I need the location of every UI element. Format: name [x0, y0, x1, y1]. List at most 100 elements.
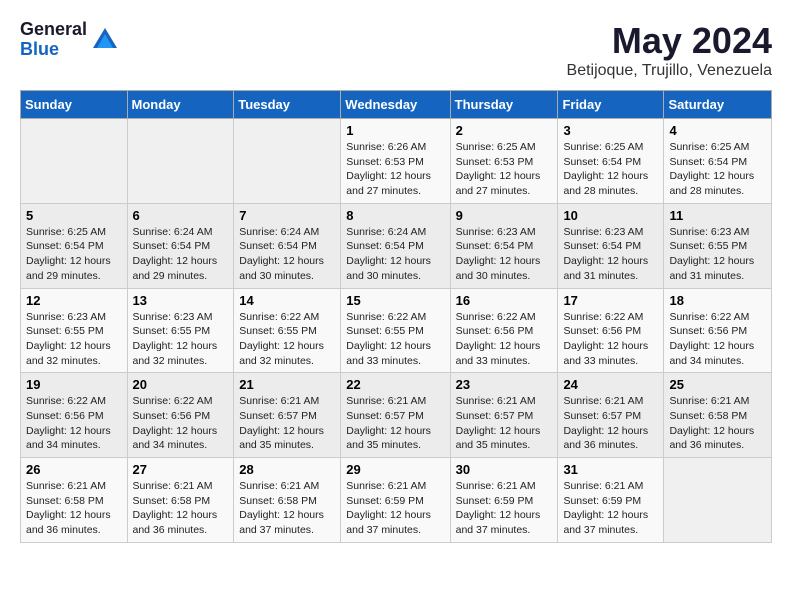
day-number: 18 [669, 293, 766, 308]
calendar-cell: 5Sunrise: 6:25 AM Sunset: 6:54 PM Daylig… [21, 203, 128, 288]
day-number: 11 [669, 208, 766, 223]
day-number: 31 [563, 462, 658, 477]
day-number: 23 [456, 377, 553, 392]
day-info: Sunrise: 6:23 AM Sunset: 6:55 PM Dayligh… [133, 310, 229, 369]
calendar-cell: 27 Sunrise: 6:21 AM Sunset: 6:58 PM Dayli… [127, 458, 234, 543]
day-header-wednesday: Wednesday [341, 91, 450, 119]
logo-icon [91, 26, 119, 54]
calendar-cell: 12Sunrise: 6:23 AM Sunset: 6:55 PM Dayli… [21, 288, 128, 373]
day-header-sunday: Sunday [21, 91, 128, 119]
day-number: 3 [563, 123, 658, 138]
day-number: 17 [563, 293, 658, 308]
day-number: 16 [456, 293, 553, 308]
calendar-cell: 25 Sunrise: 6:21 AM Sunset: 6:58 PM Dayli… [664, 373, 772, 458]
calendar-cell: 9 Sunrise: 6:23 AM Sunset: 6:54 PM Daylig… [450, 203, 558, 288]
day-number: 27 [133, 462, 229, 477]
day-info: Sunrise: 6:21 AM Sunset: 6:58 PM Dayligh… [133, 479, 229, 538]
calendar-cell: 3 Sunrise: 6:25 AM Sunset: 6:54 PM Daylig… [558, 119, 664, 204]
day-info: Sunrise: 6:21 AM Sunset: 6:58 PM Dayligh… [26, 479, 122, 538]
day-number: 1 [346, 123, 444, 138]
day-info: Sunrise: 6:25 AM Sunset: 6:54 PM Dayligh… [26, 225, 122, 284]
calendar-cell: 24Sunrise: 6:21 AM Sunset: 6:57 PM Dayli… [558, 373, 664, 458]
day-info: Sunrise: 6:21 AM Sunset: 6:59 PM Dayligh… [456, 479, 553, 538]
day-number: 8 [346, 208, 444, 223]
day-number: 24 [563, 377, 658, 392]
day-number: 22 [346, 377, 444, 392]
day-info: Sunrise: 6:25 AM Sunset: 6:54 PM Dayligh… [563, 140, 658, 199]
title-section: May 2024 Betijoque, Trujillo, Venezuela [567, 20, 772, 80]
day-info: Sunrise: 6:24 AM Sunset: 6:54 PM Dayligh… [133, 225, 229, 284]
calendar-cell: 8 Sunrise: 6:24 AM Sunset: 6:54 PM Daylig… [341, 203, 450, 288]
day-info: Sunrise: 6:22 AM Sunset: 6:56 PM Dayligh… [133, 394, 229, 453]
day-number: 6 [133, 208, 229, 223]
calendar-cell: 23 Sunrise: 6:21 AM Sunset: 6:57 PM Dayli… [450, 373, 558, 458]
day-info: Sunrise: 6:21 AM Sunset: 6:57 PM Dayligh… [239, 394, 335, 453]
calendar-week-1: 1 Sunrise: 6:26 AM Sunset: 6:53 PM Daylig… [21, 119, 772, 204]
calendar-cell [21, 119, 128, 204]
calendar-cell: 13 Sunrise: 6:23 AM Sunset: 6:55 PM Dayli… [127, 288, 234, 373]
day-info: Sunrise: 6:22 AM Sunset: 6:56 PM Dayligh… [669, 310, 766, 369]
day-number: 13 [133, 293, 229, 308]
day-number: 25 [669, 377, 766, 392]
day-info: Sunrise: 6:21 AM Sunset: 6:57 PM Dayligh… [456, 394, 553, 453]
calendar-cell: 21 Sunrise: 6:21 AM Sunset: 6:57 PM Dayli… [234, 373, 341, 458]
calendar-cell: 28 Sunrise: 6:21 AM Sunset: 6:58 PM Dayli… [234, 458, 341, 543]
day-info: Sunrise: 6:22 AM Sunset: 6:56 PM Dayligh… [456, 310, 553, 369]
day-header-tuesday: Tuesday [234, 91, 341, 119]
day-info: Sunrise: 6:21 AM Sunset: 6:57 PM Dayligh… [346, 394, 444, 453]
day-number: 30 [456, 462, 553, 477]
calendar-cell: 17 Sunrise: 6:22 AM Sunset: 6:56 PM Dayli… [558, 288, 664, 373]
calendar-cell: 15 Sunrise: 6:22 AM Sunset: 6:55 PM Dayli… [341, 288, 450, 373]
day-info: Sunrise: 6:22 AM Sunset: 6:56 PM Dayligh… [26, 394, 122, 453]
calendar-week-5: 26 Sunrise: 6:21 AM Sunset: 6:58 PM Dayli… [21, 458, 772, 543]
calendar-cell: 19Sunrise: 6:22 AM Sunset: 6:56 PM Dayli… [21, 373, 128, 458]
calendar-cell: 30 Sunrise: 6:21 AM Sunset: 6:59 PM Dayli… [450, 458, 558, 543]
day-info: Sunrise: 6:21 AM Sunset: 6:58 PM Dayligh… [239, 479, 335, 538]
day-info: Sunrise: 6:24 AM Sunset: 6:54 PM Dayligh… [346, 225, 444, 284]
day-info: Sunrise: 6:21 AM Sunset: 6:59 PM Dayligh… [563, 479, 658, 538]
calendar-week-4: 19Sunrise: 6:22 AM Sunset: 6:56 PM Dayli… [21, 373, 772, 458]
day-info: Sunrise: 6:21 AM Sunset: 6:58 PM Dayligh… [669, 394, 766, 453]
calendar-cell: 16 Sunrise: 6:22 AM Sunset: 6:56 PM Dayli… [450, 288, 558, 373]
day-number: 28 [239, 462, 335, 477]
day-info: Sunrise: 6:25 AM Sunset: 6:54 PM Dayligh… [669, 140, 766, 199]
day-info: Sunrise: 6:21 AM Sunset: 6:59 PM Dayligh… [346, 479, 444, 538]
day-number: 7 [239, 208, 335, 223]
calendar-header-row: SundayMondayTuesdayWednesdayThursdayFrid… [21, 91, 772, 119]
day-number: 21 [239, 377, 335, 392]
calendar-week-3: 12 Sunrise: 6:23 AM Sunset: 6:55 PM Dayli… [21, 288, 772, 373]
day-header-monday: Monday [127, 91, 234, 119]
calendar-cell: 2Sunrise: 6:25 AM Sunset: 6:53 PM Daylig… [450, 119, 558, 204]
calendar-cell [127, 119, 234, 204]
calendar-table: SundayMondayTuesdayWednesdayThursdayFrid… [20, 90, 772, 543]
logo: General Blue [20, 20, 119, 60]
calendar-cell: 1 Sunrise: 6:26 AM Sunset: 6:53 PM Daylig… [341, 119, 450, 204]
day-info: Sunrise: 6:22 AM Sunset: 6:55 PM Dayligh… [346, 310, 444, 369]
day-info: Sunrise: 6:23 AM Sunset: 6:55 PM Dayligh… [669, 225, 766, 284]
day-info: Sunrise: 6:23 AM Sunset: 6:54 PM Dayligh… [563, 225, 658, 284]
day-number: 15 [346, 293, 444, 308]
day-number: 9 [456, 208, 553, 223]
calendar-cell: 11 Sunrise: 6:23 AM Sunset: 6:55 PM Dayli… [664, 203, 772, 288]
logo-general-text: General [20, 20, 87, 40]
day-info: Sunrise: 6:22 AM Sunset: 6:56 PM Dayligh… [563, 310, 658, 369]
day-number: 29 [346, 462, 444, 477]
calendar-cell: 10Sunrise: 6:23 AM Sunset: 6:54 PM Dayli… [558, 203, 664, 288]
day-info: Sunrise: 6:23 AM Sunset: 6:54 PM Dayligh… [456, 225, 553, 284]
day-number: 20 [133, 377, 229, 392]
day-number: 14 [239, 293, 335, 308]
calendar-cell: 31 Sunrise: 6:21 AM Sunset: 6:59 PM Dayli… [558, 458, 664, 543]
day-number: 12 [26, 293, 122, 308]
day-header-friday: Friday [558, 91, 664, 119]
day-info: Sunrise: 6:26 AM Sunset: 6:53 PM Dayligh… [346, 140, 444, 199]
page-header: General Blue May 2024 Betijoque, Trujill… [20, 20, 772, 80]
main-title: May 2024 [567, 20, 772, 62]
calendar-cell: 18 Sunrise: 6:22 AM Sunset: 6:56 PM Dayli… [664, 288, 772, 373]
calendar-cell: 6 Sunrise: 6:24 AM Sunset: 6:54 PM Daylig… [127, 203, 234, 288]
calendar-cell: 7Sunrise: 6:24 AM Sunset: 6:54 PM Daylig… [234, 203, 341, 288]
calendar-cell: 20 Sunrise: 6:22 AM Sunset: 6:56 PM Dayli… [127, 373, 234, 458]
day-number: 26 [26, 462, 122, 477]
calendar-week-2: 5Sunrise: 6:25 AM Sunset: 6:54 PM Daylig… [21, 203, 772, 288]
logo-blue-text: Blue [20, 40, 87, 60]
calendar-cell [664, 458, 772, 543]
